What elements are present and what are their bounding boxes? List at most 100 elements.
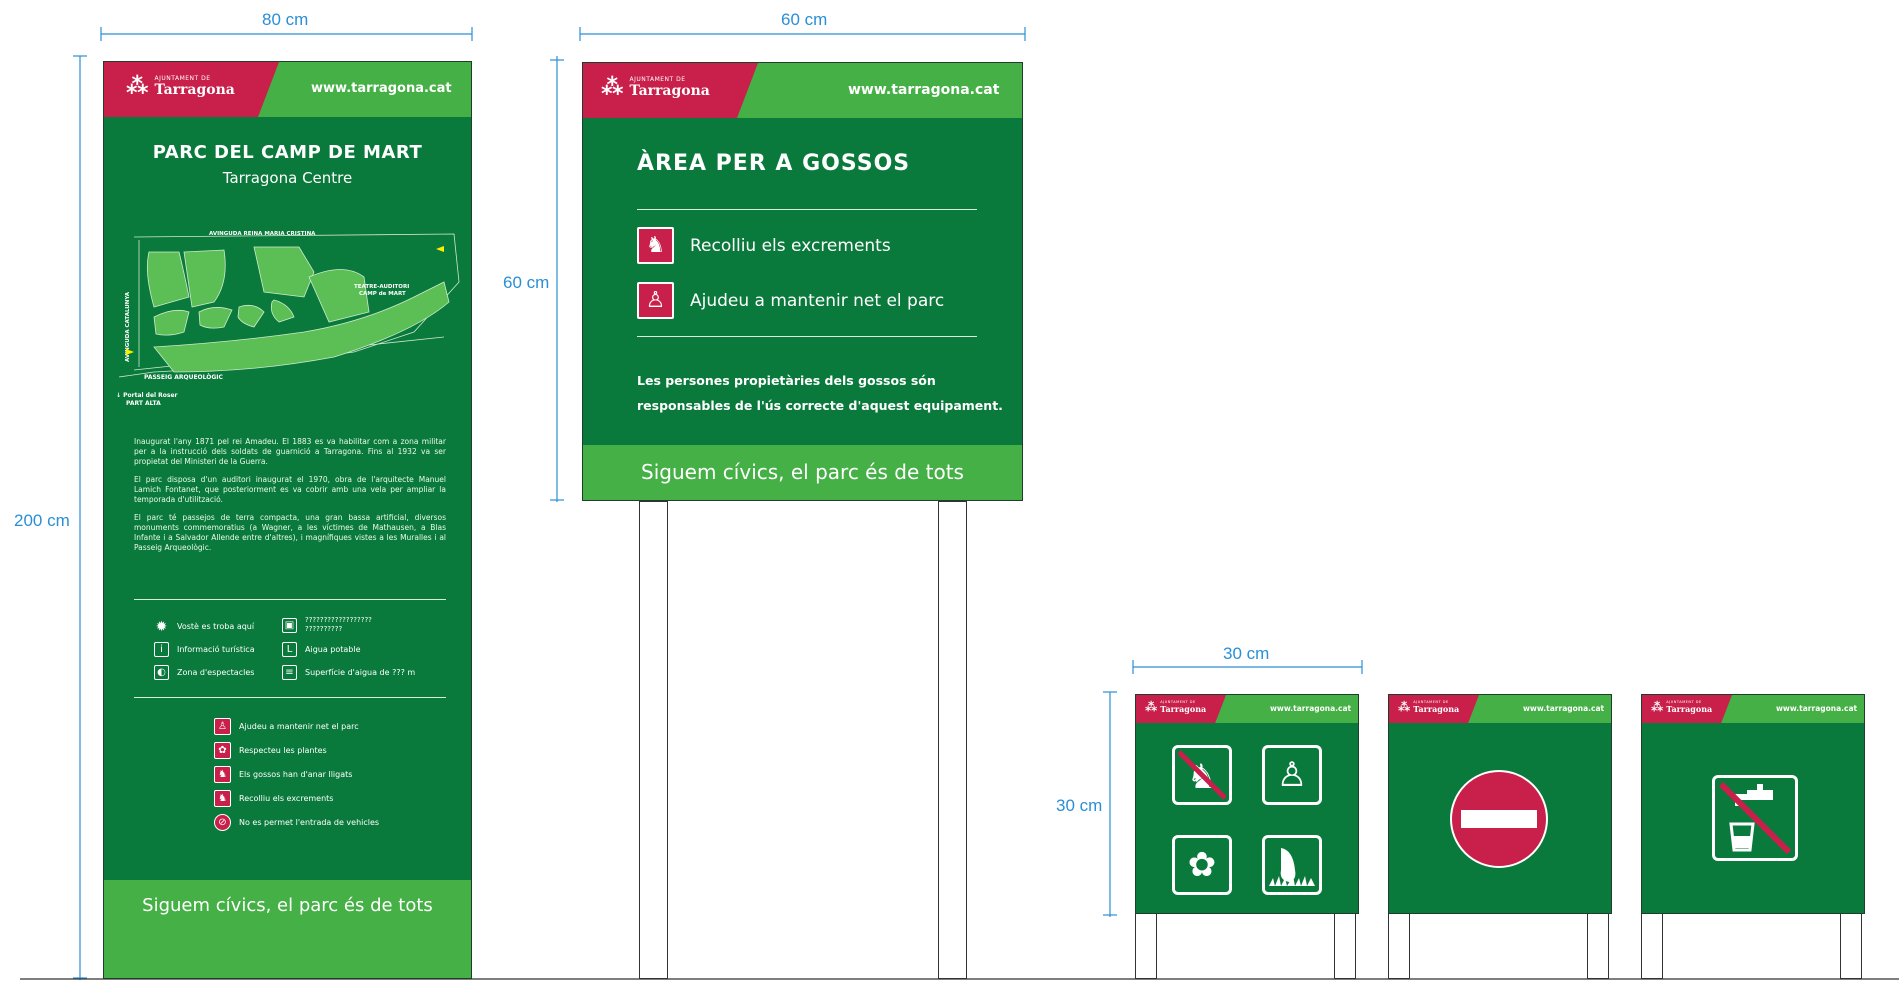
description-paragraph-1: Inaugurat l'any 1871 pel rei Amadeu. El …: [134, 437, 446, 466]
divider-1: [134, 599, 446, 600]
website-url: www.tarragona.cat: [1776, 704, 1858, 713]
rule-dogs-leash: ♞ Els gossos han d'anar lligats: [214, 766, 352, 783]
trash-person-icon: ♙: [1262, 745, 1322, 805]
footer-slogan: Siguem cívics, el parc és de tots: [142, 895, 433, 916]
rule-no-vehicles: ⊘ No es permet l'entrada de vehicles: [214, 814, 379, 831]
sign-header: ⁂ AJUNTAMENT DE Tarragona www.tarragona.…: [583, 63, 1022, 118]
sign-header: ⁂ AJUNTAMENT DE Tarragona www.tarragona.…: [1642, 695, 1864, 723]
rule-label: No es permet l'entrada de vehicles: [239, 818, 380, 827]
grass-foot-icon: [1262, 835, 1322, 895]
website-url: www.tarragona.cat: [1523, 704, 1605, 713]
logo-name: Tarragona: [1160, 704, 1207, 714]
dog-area-item-clean: ♙ Ajudeu a mantenir net el parc: [637, 282, 944, 319]
divider-2: [134, 697, 446, 698]
note-line-2: responsables de l'ús correcte d'aquest e…: [637, 398, 1003, 413]
logo-mark-icon: ⁂: [1398, 700, 1411, 714]
owner-responsibility-note: Les persones propietàries dels gossos só…: [637, 368, 1003, 418]
description-paragraph-2: El parc disposa d'un auditori inaugurat …: [134, 475, 446, 504]
logo-name: Tarragona: [154, 82, 235, 98]
legend-label: Superfície d'aigua de ??? m: [305, 668, 416, 677]
logo-small-text: AJUNTAMENT DE: [154, 75, 211, 82]
legend-label: Aigua potable: [305, 645, 361, 654]
no-entry-icon: [1450, 770, 1548, 868]
tarragona-logo: ⁂ AJUNTAMENT DE Tarragona: [1398, 700, 1459, 714]
item-label: Ajudeu a mantenir net el parc: [690, 290, 945, 311]
legend-item-here: ✹ Vostè es troba aquí: [154, 618, 254, 635]
info-icon: i: [154, 642, 169, 657]
park-map: AVINGUDA REINA MARIA CRISTINA AVINGUDA C…: [118, 231, 460, 381]
portal-name: Portal del Roser: [123, 392, 178, 399]
tarragona-logo: ⁂ AJUNTAMENT DE Tarragona: [1651, 700, 1712, 714]
park-subtitle: Tarragona Centre: [222, 169, 353, 187]
dog-leash-icon: ♞: [214, 766, 231, 783]
dog-waste-icon: ♞: [637, 227, 674, 264]
small-sign-no-drinking: ⁂ AJUNTAMENT DE Tarragona www.tarragona.…: [1641, 694, 1865, 914]
logo-name: Tarragona: [1413, 704, 1460, 714]
logo-small-text: AJUNTAMENT DE: [629, 76, 686, 83]
rule-label: Ajudeu a mantenir net el parc: [239, 722, 359, 731]
rule-label: Respecteu les plantes: [239, 746, 327, 755]
dimension-label-height-60: 60 cm: [503, 273, 550, 292]
legend-label: Zona d'espectacles: [177, 668, 255, 677]
legend-item-water-surface: ≡ Superfície d'aigua de ??? m: [282, 665, 415, 680]
no-vehicles-icon: ⊘: [214, 814, 231, 831]
plant-icon: ✿: [214, 742, 231, 759]
dog-area-title: ÀREA PER A GOSSOS: [637, 151, 911, 176]
small-post: [1641, 912, 1663, 979]
sun-icon: ✹: [155, 618, 168, 635]
dimension-label-width-80: 80 cm: [262, 10, 309, 29]
no-dogs-icon: ♞: [1172, 745, 1232, 805]
toilet-icon: ▣: [282, 617, 297, 633]
tarragona-logo: ⁂ AJUNTAMENT DE Tarragona: [126, 74, 235, 99]
park-title: PARC DEL CAMP DE MART: [152, 142, 423, 163]
tall-park-sign: ⁂ AJUNTAMENT DE Tarragona www.tarragona.…: [103, 61, 472, 979]
map-portal-label: ↓ Portal del Roser PART ALTA: [116, 392, 178, 408]
sign-footer: Siguem cívics, el parc és de tots: [583, 445, 1022, 500]
rule-label: Recolliu els excrements: [239, 794, 334, 803]
logo-mark-icon: ⁂: [1145, 700, 1158, 714]
small-post: [1587, 912, 1609, 979]
legend-item-toilet: ▣ ?????????????????? ??????????: [282, 616, 372, 634]
park-description: Inaugurat l'any 1871 pel rei Amadeu. El …: [134, 437, 446, 553]
divider-top: [637, 209, 977, 210]
post-left: [639, 501, 668, 979]
sign-header: ⁂ AJUNTAMENT DE Tarragona www.tarragona.…: [104, 62, 471, 117]
legend-item-water: L Aigua potable: [282, 642, 361, 657]
rule-dog-waste: ♞ Recolliu els excrements: [214, 790, 333, 807]
small-post: [1334, 912, 1356, 979]
legend-item-info: i Informació turística: [154, 642, 255, 657]
map-label-teatre: TEATRE-AUDITORI: [354, 284, 409, 290]
dog-area-sign: ⁂ AJUNTAMENT DE Tarragona www.tarragona.…: [582, 62, 1023, 501]
stage-icon: ◐: [154, 665, 169, 680]
legend-item-stage: ◐ Zona d'espectacles: [154, 665, 254, 680]
rule-respect-plants: ✿ Respecteu les plantes: [214, 742, 327, 759]
website-url: www.tarragona.cat: [311, 81, 452, 96]
website-url: www.tarragona.cat: [1270, 704, 1352, 713]
tarragona-logo: ⁂ AJUNTAMENT DE Tarragona: [1145, 700, 1206, 714]
divider-bottom: [637, 336, 977, 337]
no-drinking-water-icon: [1712, 775, 1798, 861]
item-label: Recolliu els excrements: [690, 235, 891, 256]
dimension-label-width-30: 30 cm: [1223, 644, 1270, 663]
sign-footer: Siguem cívics, el parc és de tots: [104, 880, 471, 978]
small-sign-rules: ⁂ AJUNTAMENT DE Tarragona www.tarragona.…: [1135, 694, 1359, 914]
trash-person-icon: ♙: [637, 282, 674, 319]
map-label-camp-de-mart: CAMP de MART: [359, 291, 406, 297]
map-label-avinguda-reina: AVINGUDA REINA MARIA CRISTINA: [209, 231, 316, 237]
dimension-label-width-60: 60 cm: [781, 10, 828, 29]
logo-mark-icon: ⁂: [126, 74, 149, 99]
flower-icon: ✿: [1172, 835, 1232, 895]
legend-label: Informació turística: [177, 645, 255, 654]
rule-label: Els gossos han d'anar lligats: [239, 770, 353, 779]
dimension-label-height-200: 200 cm: [14, 511, 70, 530]
part-alta-label: PART ALTA: [126, 400, 161, 407]
post-right: [938, 501, 967, 979]
dog-area-item-waste: ♞ Recolliu els excrements: [637, 227, 891, 264]
small-sign-no-entry: ⁂ AJUNTAMENT DE Tarragona www.tarragona.…: [1388, 694, 1612, 914]
sign-header: ⁂ AJUNTAMENT DE Tarragona www.tarragona.…: [1136, 695, 1358, 723]
footer-slogan: Siguem cívics, el parc és de tots: [641, 460, 964, 484]
small-post: [1840, 912, 1862, 979]
legend-label: ?????????????????? ??????????: [305, 616, 372, 633]
small-post: [1135, 912, 1157, 979]
note-line-1: Les persones propietàries dels gossos só…: [637, 373, 936, 388]
